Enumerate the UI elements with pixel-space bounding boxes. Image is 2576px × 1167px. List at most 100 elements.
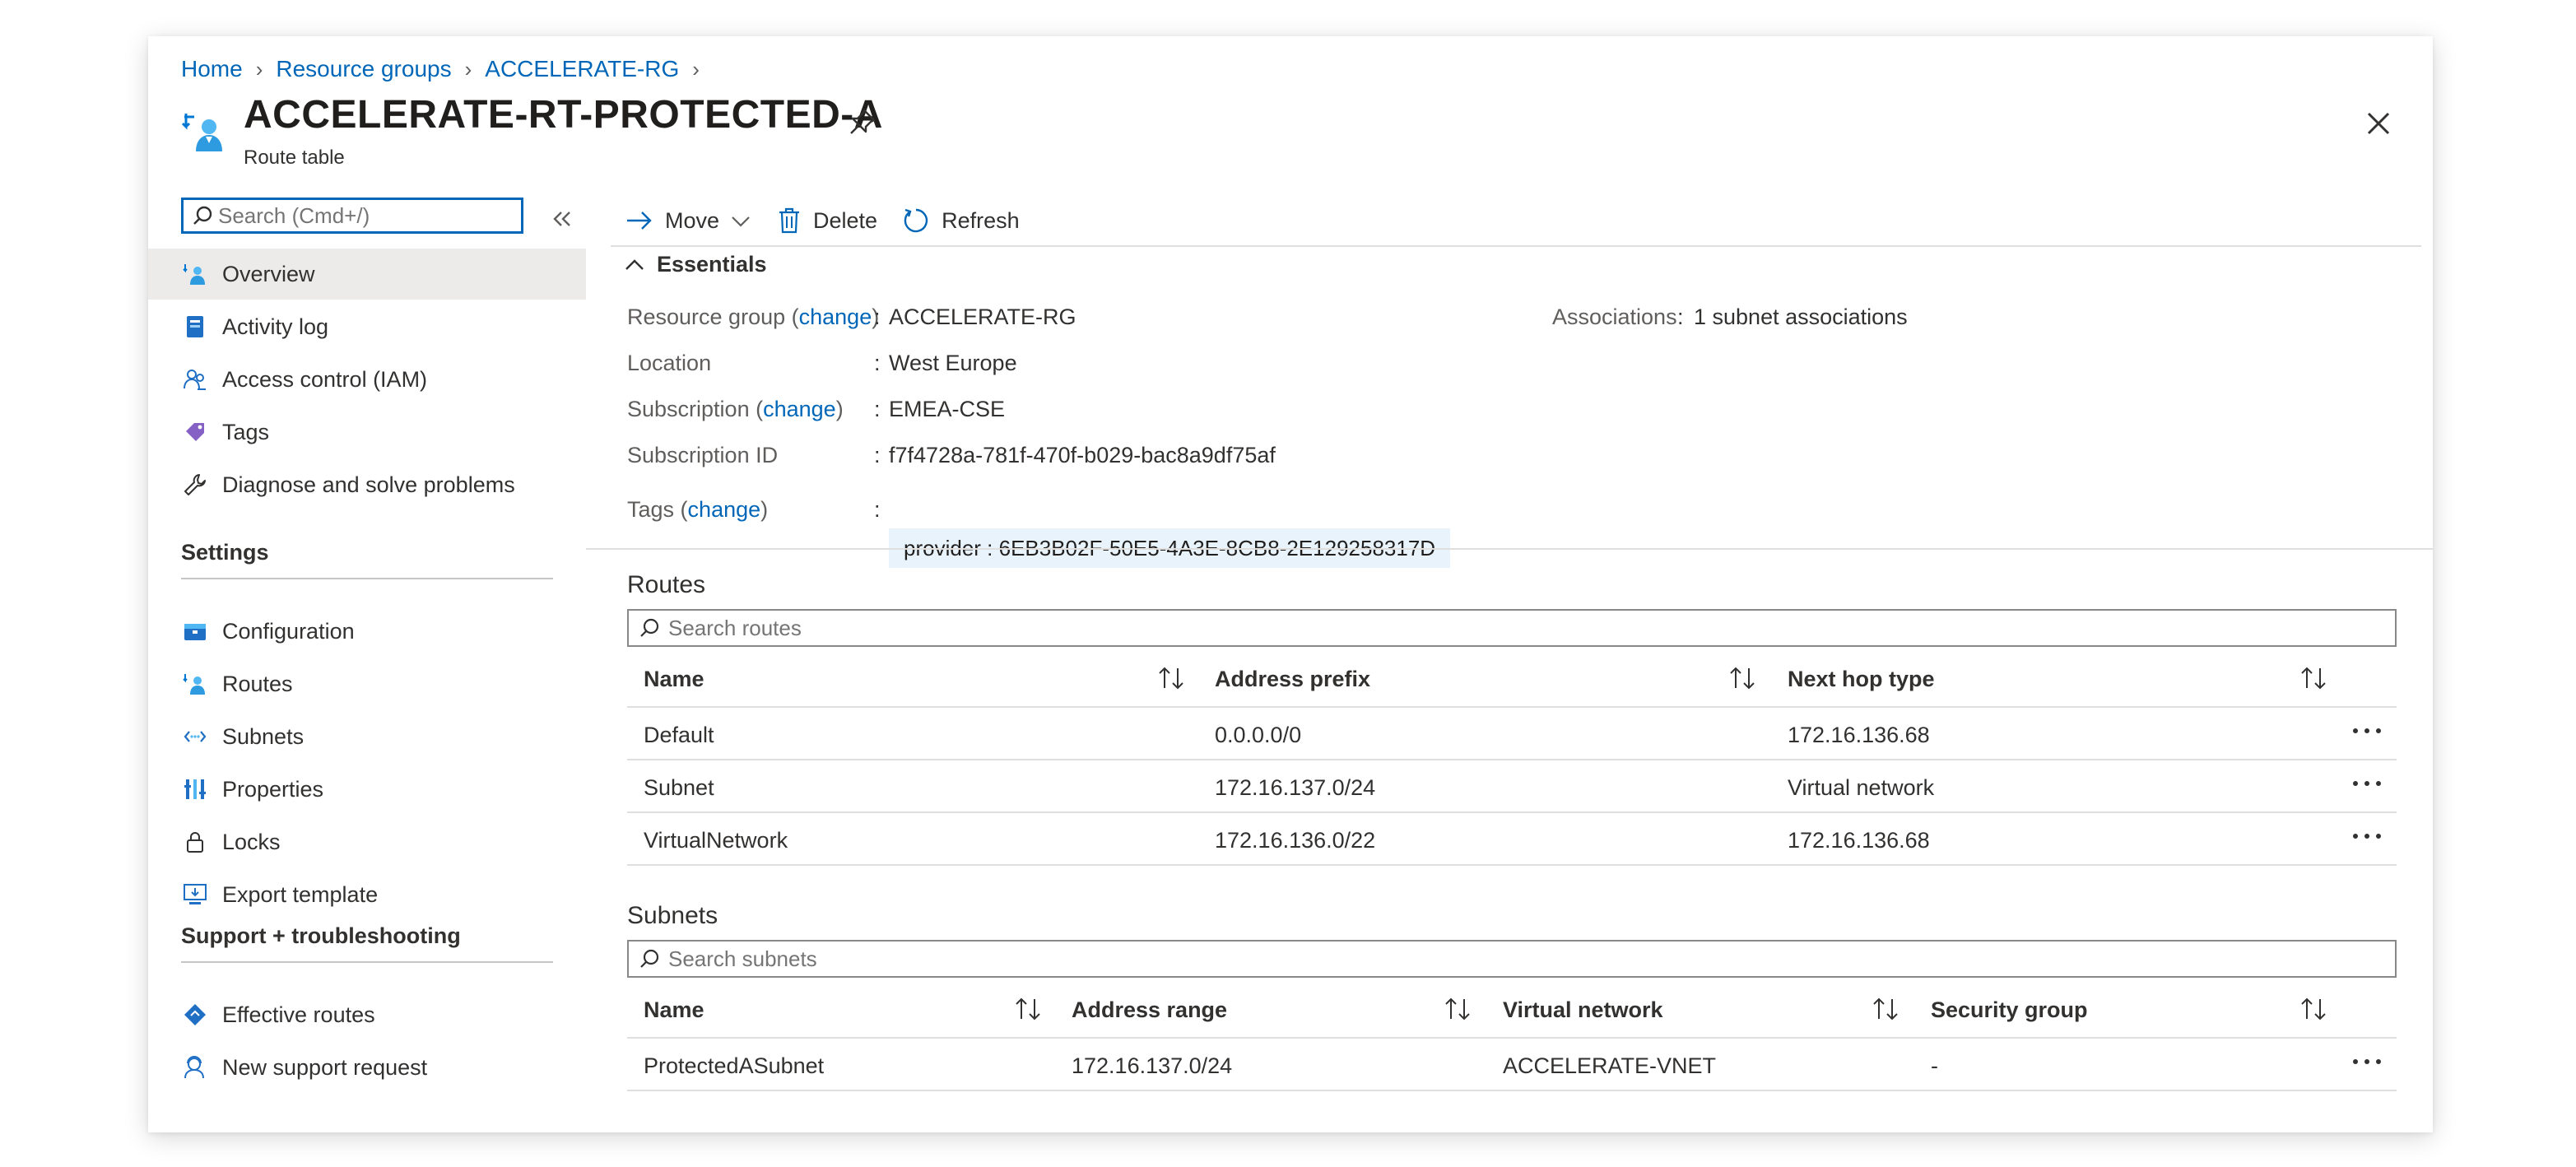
nav-divider <box>181 578 553 579</box>
subnets-title: Subnets <box>627 902 718 929</box>
subnets-search[interactable] <box>627 940 2397 978</box>
nav-item-routes[interactable]: Routes <box>148 658 586 709</box>
sort-icon[interactable] <box>1014 996 1042 1022</box>
change-tags-link[interactable]: change <box>688 497 761 522</box>
more-options-icon[interactable] <box>2350 723 2383 739</box>
search-icon <box>640 618 659 637</box>
route-next-hop: 172.16.136.68 <box>1788 828 1930 853</box>
column-header-next-hop-type[interactable]: Next hop type <box>1788 667 1935 692</box>
command-bar: Move Delete Refresh <box>625 198 1044 244</box>
delete-button[interactable]: Delete <box>777 207 877 235</box>
nav-item-label: Properties <box>222 776 324 802</box>
change-subscription-link[interactable]: change <box>763 397 836 421</box>
pin-icon[interactable] <box>846 105 879 138</box>
nav-item-label: Diagnose and solve problems <box>222 472 515 497</box>
nav-divider <box>181 961 553 963</box>
separator-colon: : <box>874 305 881 329</box>
sort-icon[interactable] <box>1157 665 1185 691</box>
route-name[interactable]: Default <box>644 723 714 748</box>
nav-item-activity-log[interactable]: Activity log <box>148 301 586 352</box>
location-label: Location <box>627 351 712 375</box>
more-options-icon[interactable] <box>2350 775 2383 792</box>
route-next-hop: Virtual network <box>1788 775 1935 800</box>
route-name[interactable]: Subnet <box>644 775 714 801</box>
more-options-icon[interactable] <box>2350 828 2383 844</box>
nav-item-diagnose[interactable]: Diagnose and solve problems <box>148 459 586 510</box>
subscription-value[interactable]: EMEA-CSE <box>889 397 1005 422</box>
route-table-blade: Home › Resource groups › ACCELERATE-RG ›… <box>148 36 2433 1132</box>
nav-item-label: New support request <box>222 1054 428 1080</box>
nav-item-tags[interactable]: Tags <box>148 407 586 458</box>
refresh-icon <box>904 208 928 233</box>
move-button[interactable]: Move <box>625 208 752 234</box>
sort-icon[interactable] <box>1728 665 1756 691</box>
row-divider <box>627 811 2397 813</box>
column-header-virtual-network[interactable]: Virtual network <box>1503 997 1663 1023</box>
breadcrumb-home[interactable]: Home <box>181 56 243 82</box>
breadcrumb-resource-groups[interactable]: Resource groups <box>276 56 451 82</box>
routes-title: Routes <box>627 571 706 598</box>
nav-search-input[interactable] <box>181 198 523 234</box>
breadcrumb: Home › Resource groups › ACCELERATE-RG › <box>181 51 713 87</box>
column-header-name[interactable]: Name <box>644 997 704 1023</box>
row-divider <box>627 759 2397 760</box>
column-header-address-prefix[interactable]: Address prefix <box>1215 667 1370 692</box>
column-header-address-range[interactable]: Address range <box>1072 997 1227 1023</box>
overview-icon <box>181 260 209 288</box>
routes-search-field[interactable] <box>668 615 2314 641</box>
nav-item-overview[interactable]: Overview <box>148 249 586 300</box>
nav-item-label: Effective routes <box>222 1002 375 1027</box>
search-icon <box>640 949 659 968</box>
subnet-address-range: 172.16.137.0/24 <box>1072 1053 1233 1078</box>
subnet-security-group: - <box>1931 1053 1938 1078</box>
nav-search-field[interactable] <box>218 202 514 229</box>
separator-colon: : <box>1677 305 1684 329</box>
resource-group-label: Resource group (change) <box>627 305 880 329</box>
nav-item-properties[interactable]: Properties <box>148 764 586 815</box>
support-request-icon <box>181 1053 209 1081</box>
column-header-name[interactable]: Name <box>644 667 704 692</box>
subnets-search-field[interactable] <box>668 946 2314 972</box>
separator-colon: : <box>874 443 881 467</box>
routes-search[interactable] <box>627 609 2397 647</box>
nav-item-subnets[interactable]: Subnets <box>148 711 586 762</box>
nav-item-locks[interactable]: Locks <box>148 816 586 867</box>
page-title: ACCELERATE-RT-PROTECTED-A <box>244 93 883 137</box>
sort-icon[interactable] <box>2299 996 2327 1022</box>
nav-item-export-template[interactable]: Export template <box>148 869 586 920</box>
move-label: Move <box>665 207 720 233</box>
nav-item-configuration[interactable]: Configuration <box>148 606 586 657</box>
breadcrumb-resource-group[interactable]: ACCELERATE-RG <box>485 56 679 82</box>
refresh-button[interactable]: Refresh <box>902 207 1020 235</box>
sort-icon[interactable] <box>1444 996 1472 1022</box>
nav-item-label: Access control (IAM) <box>222 366 428 392</box>
nav-item-effective-routes[interactable]: Effective routes <box>148 989 586 1040</box>
resource-group-value[interactable]: ACCELERATE-RG <box>889 305 1076 330</box>
search-icon <box>193 206 212 225</box>
close-icon[interactable] <box>2360 105 2397 142</box>
wrench-icon <box>181 471 209 499</box>
subnets-icon <box>181 723 209 751</box>
sort-icon[interactable] <box>1872 996 1899 1022</box>
row-divider <box>627 706 2397 708</box>
divider <box>611 245 2421 247</box>
collapse-menu-icon[interactable] <box>546 204 576 234</box>
nav-section-support: Support + troubleshooting <box>181 923 461 948</box>
change-resource-group-link[interactable]: change <box>799 305 872 329</box>
route-next-hop: 172.16.136.68 <box>1788 723 1930 747</box>
trash-icon <box>779 207 800 234</box>
column-header-security-group[interactable]: Security group <box>1931 997 2088 1023</box>
essentials-toggle[interactable]: Essentials <box>624 252 767 277</box>
nav-item-access-control[interactable]: Access control (IAM) <box>148 354 586 405</box>
nav-item-new-support-request[interactable]: New support request <box>148 1042 586 1093</box>
sort-icon[interactable] <box>2299 665 2327 691</box>
delete-label: Delete <box>813 207 878 233</box>
subnet-name[interactable]: ProtectedASubnet <box>644 1053 824 1079</box>
effective-routes-icon <box>181 1001 209 1029</box>
configuration-icon <box>181 617 209 645</box>
chevron-up-icon <box>625 258 644 270</box>
route-name[interactable]: VirtualNetwork <box>644 828 788 853</box>
lock-icon <box>181 828 209 856</box>
more-options-icon[interactable] <box>2350 1053 2383 1070</box>
chevron-right-icon: › <box>464 56 472 81</box>
